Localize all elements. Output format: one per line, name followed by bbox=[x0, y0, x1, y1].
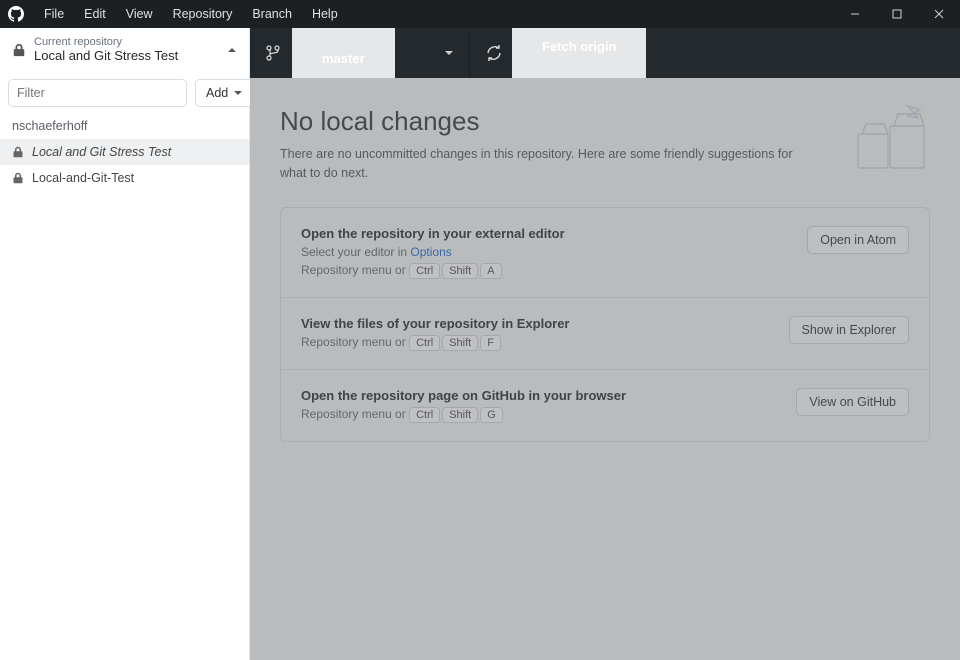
suggestion-card-github: Open the repository page on GitHub in yo… bbox=[281, 370, 929, 441]
view-on-github-button[interactable]: View on GitHub bbox=[796, 388, 909, 416]
toolbar: Current branch master Fetch origin Never… bbox=[250, 28, 960, 78]
lock-icon bbox=[12, 43, 26, 57]
window-controls bbox=[834, 0, 960, 28]
menu-branch[interactable]: Branch bbox=[242, 0, 302, 28]
add-button[interactable]: Add bbox=[195, 79, 253, 107]
window-titlebar: File Edit View Repository Branch Help bbox=[0, 0, 960, 28]
github-logo-icon bbox=[8, 6, 24, 22]
fetch-label: Fetch origin bbox=[512, 28, 646, 84]
menu-file[interactable]: File bbox=[34, 0, 74, 28]
current-repo-selector[interactable]: Current repository Local and Git Stress … bbox=[0, 28, 249, 71]
caret-down-icon bbox=[445, 49, 453, 57]
menu-help[interactable]: Help bbox=[302, 0, 348, 28]
close-button[interactable] bbox=[918, 0, 960, 28]
filter-row: Add bbox=[0, 71, 249, 115]
suggestion-cards: Open the repository in your external edi… bbox=[280, 207, 930, 442]
empty-illustration-icon bbox=[850, 98, 936, 174]
maximize-button[interactable] bbox=[876, 0, 918, 28]
filter-input[interactable] bbox=[8, 79, 187, 107]
card-shortcut: Repository menu or CtrlShiftA bbox=[301, 263, 565, 279]
page-subtext: There are no uncommitted changes in this… bbox=[280, 145, 800, 183]
main-panel: No local changes There are no uncommitte… bbox=[250, 78, 960, 660]
card-title: Open the repository in your external edi… bbox=[301, 226, 565, 241]
content-column: Current branch master Fetch origin Never… bbox=[250, 28, 960, 660]
card-shortcut: Repository menu or CtrlShiftG bbox=[301, 407, 626, 423]
minimize-button[interactable] bbox=[834, 0, 876, 28]
lock-icon bbox=[12, 172, 24, 184]
lock-icon bbox=[12, 146, 24, 158]
menu-view[interactable]: View bbox=[116, 0, 163, 28]
card-title: Open the repository page on GitHub in yo… bbox=[301, 388, 626, 403]
show-in-explorer-button[interactable]: Show in Explorer bbox=[789, 316, 910, 344]
suggestion-card-editor: Open the repository in your external edi… bbox=[281, 208, 929, 298]
repo-item[interactable]: Local-and-Git-Test bbox=[0, 165, 249, 191]
repo-list: Local and Git Stress Test Local-and-Git-… bbox=[0, 139, 249, 191]
current-repo-name: Local and Git Stress Test bbox=[34, 48, 178, 63]
page-heading: No local changes bbox=[280, 106, 930, 137]
open-in-editor-button[interactable]: Open in Atom bbox=[807, 226, 909, 254]
card-title: View the files of your repository in Exp… bbox=[301, 316, 570, 331]
options-link[interactable]: Options bbox=[410, 245, 451, 259]
suggestion-card-explorer: View the files of your repository in Exp… bbox=[281, 298, 929, 370]
add-label: Add bbox=[206, 86, 228, 100]
repo-item[interactable]: Local and Git Stress Test bbox=[0, 139, 249, 165]
chevron-up-icon bbox=[227, 45, 237, 55]
repo-name: Local-and-Git-Test bbox=[32, 171, 134, 185]
menu-repository[interactable]: Repository bbox=[163, 0, 243, 28]
branch-selector[interactable]: Current branch master bbox=[250, 28, 470, 78]
menu-edit[interactable]: Edit bbox=[74, 0, 116, 28]
card-shortcut: Repository menu or CtrlShiftF bbox=[301, 335, 570, 351]
branch-icon bbox=[266, 45, 282, 61]
owner-label: nschaeferhoff bbox=[0, 115, 249, 137]
fetch-button[interactable]: Fetch origin Never fetched bbox=[470, 28, 700, 78]
repos-sidebar: Current repository Local and Git Stress … bbox=[0, 28, 250, 660]
sync-icon bbox=[486, 45, 502, 61]
current-repo-label: Current repository bbox=[34, 36, 178, 48]
repo-name: Local and Git Stress Test bbox=[32, 145, 171, 159]
caret-down-icon bbox=[234, 89, 242, 97]
card-subtext: Select your editor in Options bbox=[301, 245, 565, 259]
